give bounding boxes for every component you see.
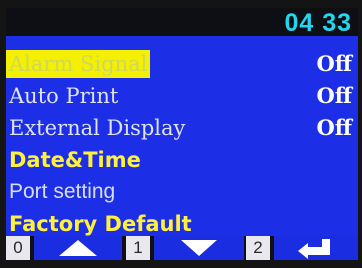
status-bar: 04 33 — [6, 8, 358, 37]
up-button[interactable] — [34, 236, 122, 260]
softkey-number: 2 — [246, 236, 270, 260]
menu-item-label: Date&Time — [9, 148, 141, 172]
menu-item-factory-default[interactable]: Factory Default — [6, 206, 358, 238]
softkey-number: 1 — [126, 236, 150, 260]
menu-item-port-setting[interactable]: Port setting — [6, 174, 358, 206]
settings-menu: Alarm Signal Off Auto Print Off External… — [6, 46, 358, 238]
menu-item-value: Off — [316, 115, 352, 140]
down-button[interactable] — [154, 236, 244, 260]
arrow-down-icon — [181, 240, 217, 256]
lcd-screen: 04 33 Alarm Signal Off Auto Print Off Ex… — [6, 8, 358, 260]
menu-item-label: Auto Print — [9, 84, 119, 108]
menu-item-alarm-signal[interactable]: Alarm Signal Off — [6, 46, 358, 78]
menu-item-auto-print[interactable]: Auto Print Off — [6, 78, 358, 110]
enter-return-icon — [298, 239, 330, 259]
softkey-up[interactable]: 0 — [6, 236, 124, 260]
arrow-up-icon — [59, 240, 97, 256]
menu-item-label: Port setting — [9, 180, 116, 203]
menu-item-label: Factory Default — [9, 212, 192, 236]
menu-item-external-display[interactable]: External Display Off — [6, 110, 358, 142]
clock-display: 04 33 — [284, 9, 352, 37]
softkey-enter[interactable]: 2 — [246, 236, 358, 260]
softkey-number: 0 — [6, 236, 30, 260]
menu-item-label: External Display — [9, 116, 186, 140]
menu-item-date-time[interactable]: Date&Time — [6, 142, 358, 174]
enter-button[interactable] — [274, 236, 358, 260]
softkey-down[interactable]: 1 — [126, 236, 244, 260]
menu-item-value: Off — [316, 83, 352, 108]
menu-item-value: Off — [316, 51, 352, 76]
softkey-bar: 0 1 2 — [6, 236, 358, 260]
menu-item-label: Alarm Signal — [6, 50, 151, 78]
